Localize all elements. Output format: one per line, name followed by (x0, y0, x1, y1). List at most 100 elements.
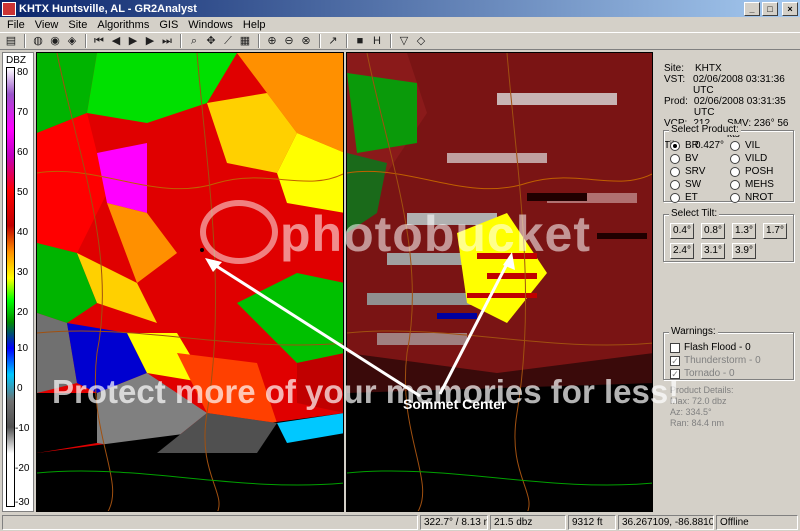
status-state: Offline (716, 515, 798, 530)
legend-tick: 50 (17, 187, 29, 198)
thunderstorm-checkbox[interactable]: ✓ Thunderstorm - 0 (670, 355, 761, 366)
reflectivity-pane[interactable] (36, 52, 344, 512)
checkbox-label: Tornado - 0 (684, 368, 735, 379)
radio-label: BV (685, 153, 699, 164)
prod-label: Prod: (664, 96, 688, 107)
check-icon: ✓ (670, 355, 680, 366)
product-radio-br[interactable]: BR (670, 140, 699, 151)
tilt-button-0-4[interactable]: 0.4° (670, 223, 694, 239)
h-icon[interactable]: H (369, 33, 385, 49)
max-value: Max: 72.0 dbz (670, 396, 727, 406)
tilt-button-2-4[interactable]: 2.4° (670, 243, 694, 259)
tilt-button-3-9[interactable]: 3.9° (732, 243, 756, 259)
app-icon (2, 1, 16, 16)
maximize-button[interactable]: □ (762, 1, 778, 16)
status-value: 21.5 dbz (490, 515, 566, 530)
select-product-group: Select Product: BR VIL BV VILD SRV POSH … (663, 124, 794, 203)
window-title: KHTX Huntsville, AL - GR2Analyst (19, 2, 197, 15)
ran-value: Ran: 84.4 nm (670, 418, 725, 428)
reflectivity-image (37, 53, 343, 511)
velocity-image (347, 53, 652, 511)
product-radio-vil[interactable]: VIL (730, 140, 760, 151)
step-forward-icon[interactable]: ▶ (142, 33, 158, 49)
product-radio-nrot[interactable]: NROT (730, 192, 773, 203)
open-icon[interactable]: ▤ (3, 33, 19, 49)
toolbar-separator (85, 34, 87, 48)
product-radio-mehs[interactable]: MEHS (730, 179, 774, 190)
cross-section-icon[interactable]: ⟋ (220, 33, 236, 49)
zoom-out-icon[interactable]: ⊖ (281, 33, 297, 49)
legend-tick: -20 (15, 463, 30, 474)
zoom-icon[interactable]: ⌕ (186, 33, 202, 49)
radio-label: SRV (685, 166, 706, 177)
tornado-checkbox[interactable]: ✓ Tornado - 0 (670, 368, 735, 379)
menu-view[interactable]: View (30, 19, 64, 31)
globe2-icon[interactable]: ◉ (47, 33, 63, 49)
radio-label: VILD (745, 153, 768, 164)
product-radio-posh[interactable]: POSH (730, 166, 773, 177)
zoom-reset-icon[interactable]: ⊗ (298, 33, 314, 49)
first-frame-icon[interactable]: ⏮ (91, 33, 107, 49)
nav-icon[interactable]: ◇ (413, 33, 429, 49)
close-button[interactable]: × (782, 1, 798, 16)
radio-dot (670, 179, 680, 190)
globe-icon[interactable]: ◍ (30, 33, 46, 49)
prod-value: 02/06/2008 03:31:35 UTC (693, 96, 786, 118)
info-panel: Site: KHTX VST: 02/06/2008 03:31:36 UTC Pr… (656, 52, 799, 512)
checkbox-label: Thunderstorm - 0 (684, 355, 761, 366)
zoom-in-icon[interactable]: ⊕ (264, 33, 280, 49)
step-back-icon[interactable]: ◀ (108, 33, 124, 49)
layers-icon[interactable]: ◈ (64, 33, 80, 49)
velocity-pane[interactable] (346, 52, 653, 512)
radio-dot (730, 179, 740, 190)
flash-flood-checkbox[interactable]: Flash Flood - 0 (670, 342, 751, 353)
tilt-button-1-3[interactable]: 1.3° (732, 223, 756, 239)
vst-value: 02/06/2008 03:31:36 UTC (693, 74, 785, 96)
product-radio-bv[interactable]: BV (670, 153, 698, 164)
menu-algorithms[interactable]: Algorithms (92, 19, 154, 31)
menu-gis[interactable]: GIS (154, 19, 183, 31)
legend-tick: 80 (17, 67, 29, 78)
radio-dot (730, 166, 740, 177)
menu-bar: File View Site Algorithms GIS Windows He… (0, 17, 800, 32)
storm-track-icon[interactable]: ▽ (396, 33, 412, 49)
watermark: photobucket (280, 206, 591, 262)
arrow-icon[interactable]: ↗ (325, 33, 341, 49)
product-radio-vild[interactable]: VILD (730, 153, 767, 164)
minimize-button[interactable]: _ (744, 1, 760, 16)
select-tilt-title: Select Tilt: (669, 208, 720, 219)
last-frame-icon[interactable]: ⏭ (159, 33, 175, 49)
menu-file[interactable]: File (2, 19, 30, 31)
menu-help[interactable]: Help (238, 19, 271, 31)
product-radio-srv[interactable]: SRV (670, 166, 705, 177)
site-label: Site: (664, 63, 685, 74)
stop-icon[interactable]: ■ (352, 33, 368, 49)
pan-icon[interactable]: ✥ (203, 33, 219, 49)
color-ramp (6, 67, 15, 507)
select-tilt-group: Select Tilt: 0.4° 0.8° 1.3° 1.7° 2.4° 3.… (663, 208, 794, 262)
status-height: 9312 ft (568, 515, 616, 530)
tilt-button-0-8[interactable]: 0.8° (701, 223, 725, 239)
legend-tick: -30 (15, 497, 30, 508)
tilt-button-1-7[interactable]: 1.7° (763, 223, 787, 239)
toolbar: ▤ ◍ ◉ ◈ ⏮ ◀ ▶ ▶ ⏭ ⌕ ✥ ⟋ ▦ ⊕ ⊖ ⊗ ↗ ■ H ▽ … (0, 32, 800, 50)
volume-icon[interactable]: ▦ (237, 33, 253, 49)
menu-site[interactable]: Site (63, 19, 92, 31)
radio-label: NROT (745, 192, 774, 203)
checkbox-label: Flash Flood - 0 (684, 342, 751, 353)
az-value: Az: 334.5° (670, 407, 712, 417)
radio-dot (730, 153, 740, 164)
radio-label: POSH (745, 166, 774, 177)
tilt-button-3-1[interactable]: 3.1° (701, 243, 725, 259)
product-radio-sw[interactable]: SW (670, 179, 701, 190)
toolbar-separator (258, 34, 260, 48)
menu-windows[interactable]: Windows (183, 19, 238, 31)
status-coords: 36.267109, -86.881027 (618, 515, 714, 530)
toolbar-separator (346, 34, 348, 48)
title-bar[interactable]: KHTX Huntsville, AL - GR2Analyst _ □ × (0, 0, 800, 17)
play-icon[interactable]: ▶ (125, 33, 141, 49)
product-radio-et[interactable]: ET (670, 192, 698, 203)
annotation-label: Sommet Center (403, 396, 507, 412)
app-window: KHTX Huntsville, AL - GR2Analyst _ □ × F… (0, 0, 800, 531)
warnings-title: Warnings: (669, 326, 718, 337)
